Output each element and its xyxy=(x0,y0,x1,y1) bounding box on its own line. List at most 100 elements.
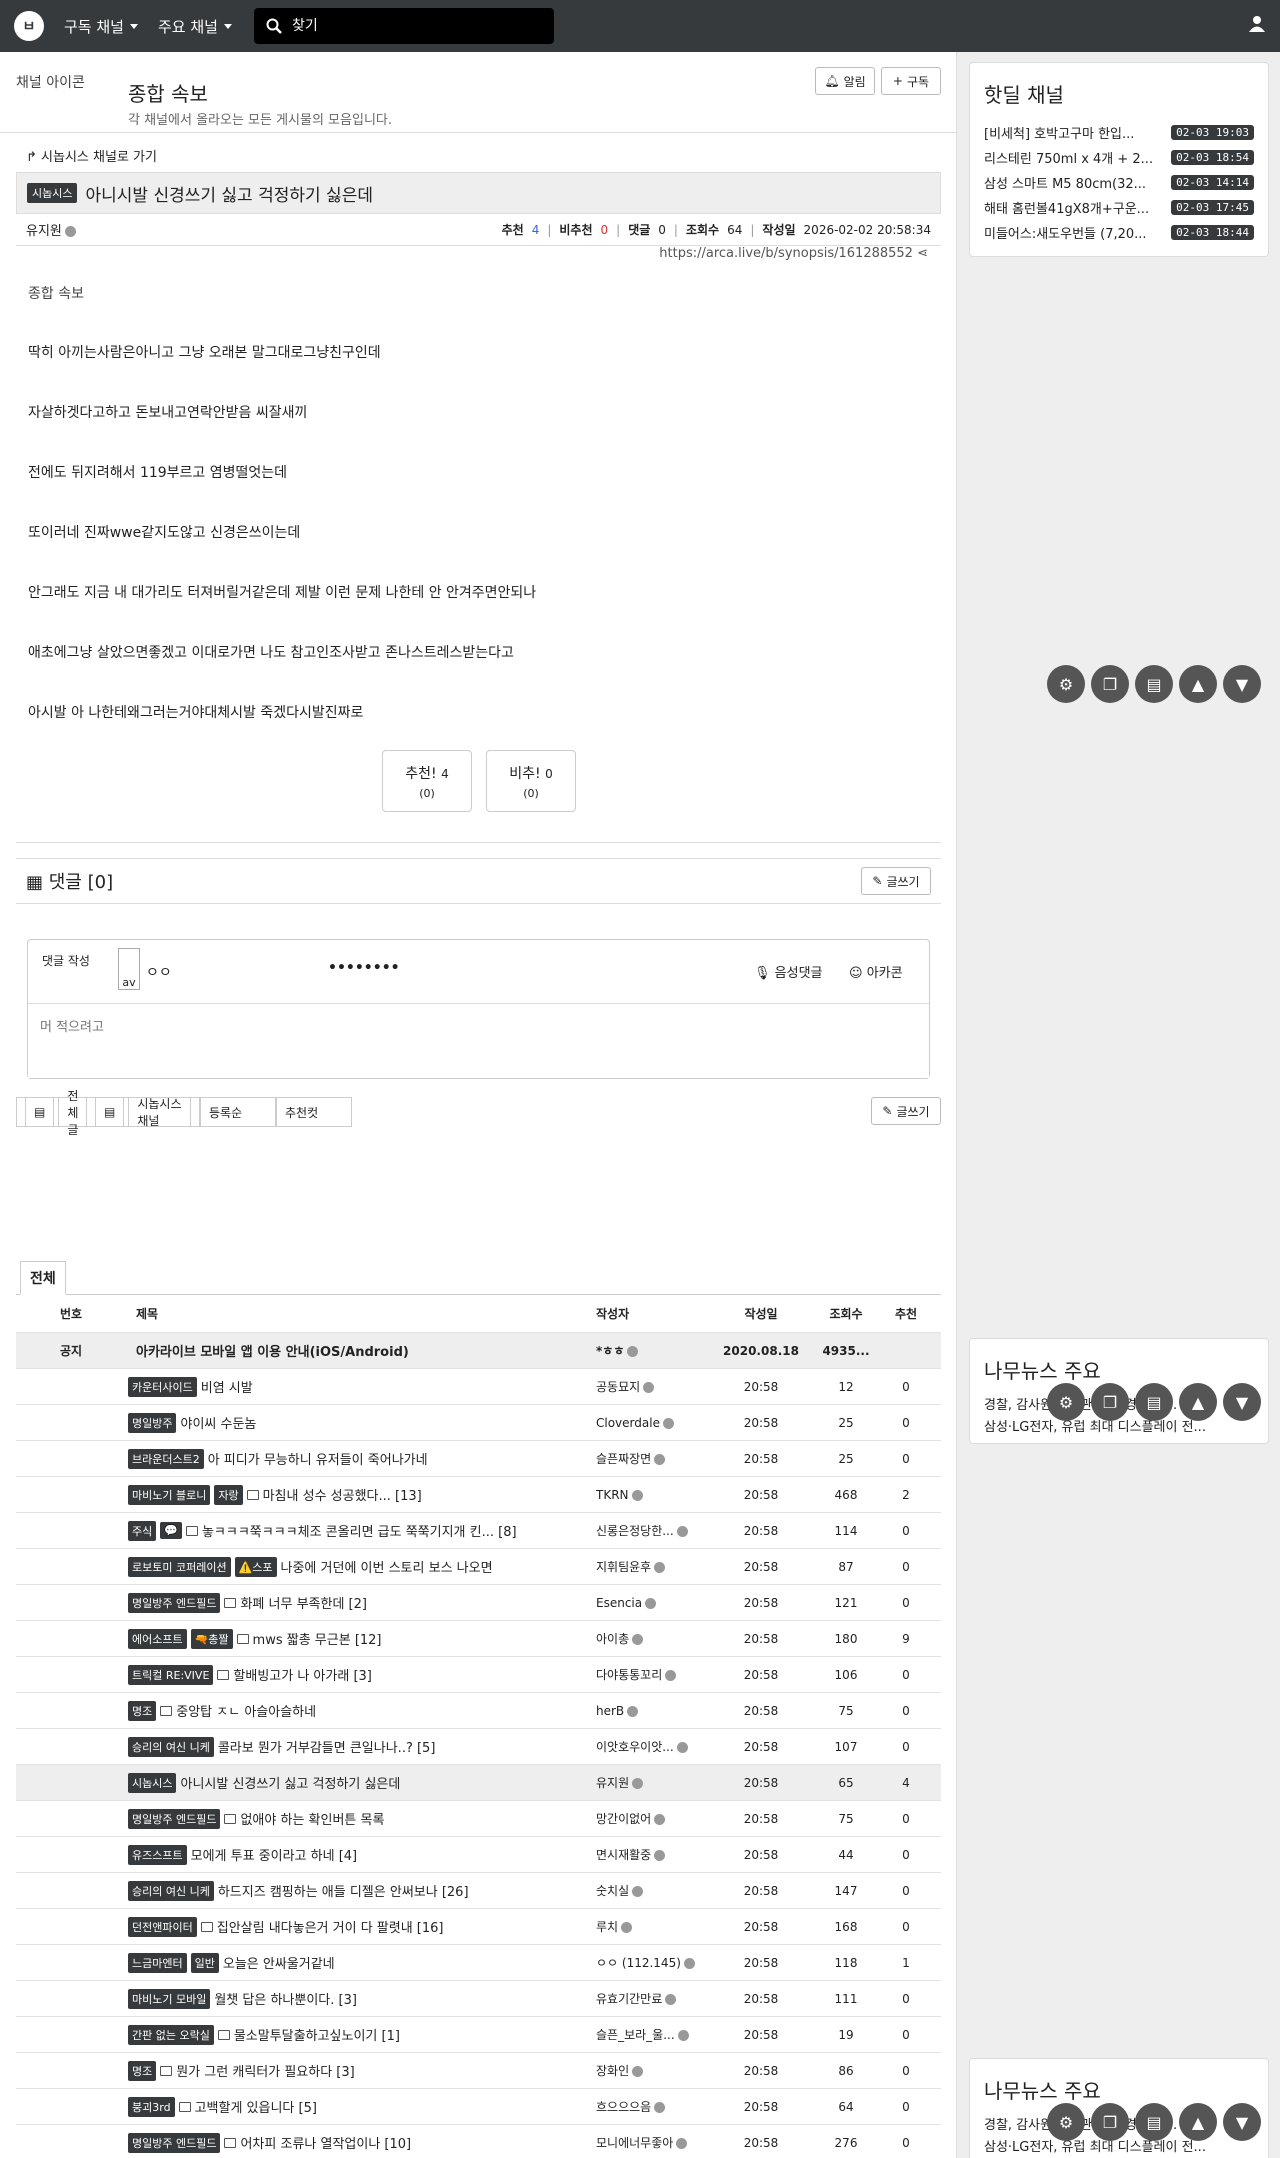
row-author[interactable]: 이앗호우이앗... xyxy=(596,1738,706,1755)
post-author[interactable]: 유지원 xyxy=(26,220,76,239)
gear-icon[interactable]: ⚙ xyxy=(1047,665,1085,703)
row-category-badge[interactable]: 던전앤파이터 xyxy=(128,1916,197,1937)
comment-write-button[interactable]: ✎ 글쓰기 xyxy=(861,867,931,895)
table-row[interactable]: 명일방주 엔드필드 화폐 너무 부족한데 [2] Esencia 20:58 121 0 xyxy=(16,1585,941,1621)
list-icon[interactable]: ▤ xyxy=(1135,2103,1173,2141)
news-title[interactable]: 나무뉴스 주요 xyxy=(984,2075,1254,2104)
row-category-badge[interactable]: 유즈스프트 xyxy=(128,1844,187,1865)
list-write-button[interactable]: ✎ 글쓰기 xyxy=(871,1097,941,1125)
sort-select[interactable]: 등록순 xyxy=(200,1097,276,1127)
row-category-badge[interactable]: 카운터사이드 xyxy=(128,1376,197,1397)
table-row[interactable]: 에어소프트 🔫총짤 mws 짧총 무근본 [12] 아이총 20:58 180 9 xyxy=(16,1621,941,1657)
scroll-up-icon[interactable]: ▲ xyxy=(1179,1383,1217,1421)
row-category-badge[interactable]: 트릭컬 RE:VIVE xyxy=(128,1664,214,1685)
row-author[interactable]: 숫치실 xyxy=(596,1882,706,1899)
goto-channel-link[interactable]: ↱ 시놉시스 채널로 가기 xyxy=(26,146,157,165)
table-row[interactable]: 로보토미 코퍼레이션 ⚠️스포 나중에 거던에 이번 스토리 보스 나오면 지휘팀윤후… xyxy=(16,1549,941,1585)
row-category-badge[interactable]: 마비노기 블로니 xyxy=(128,1484,211,1505)
table-row[interactable]: 마비노기 모바일 월챗 답은 하나뿐이다. [3] 유효기간만료 20:58 111 0 xyxy=(16,1981,941,2017)
site-logo-icon[interactable]: ㅂ xyxy=(14,11,44,41)
row-category-badge[interactable]: 붕괴3rd xyxy=(128,2096,175,2117)
row-category-badge[interactable]: 주식 xyxy=(128,1520,157,1541)
row-category-badge[interactable]: 느금마엔터 xyxy=(128,1952,187,1973)
share-icon[interactable]: ⋖ xyxy=(917,246,928,261)
row-category-badge[interactable]: 명조 xyxy=(128,2060,157,2081)
row-author[interactable]: TKRN xyxy=(596,1488,706,1502)
table-row[interactable]: 명일방주 야이씨 수둔놈 Cloverdale 20:58 25 0 xyxy=(16,1405,941,1441)
row-author[interactable]: 아이총 xyxy=(596,1630,706,1647)
vote-down-button[interactable]: 비추! 0 (0) xyxy=(486,750,576,812)
voice-comment-button[interactable]: 🎙︎ 음성댓글 xyxy=(754,962,823,981)
hotdeal-item[interactable]: [비세척] 호박고구마 한입... 02-03 19:03 xyxy=(984,120,1254,145)
post-category-badge[interactable]: 시놉시스 xyxy=(27,183,78,203)
notify-button[interactable]: 🔔︎ 알림 xyxy=(815,67,875,95)
table-row[interactable]: 브라운더스트2 아 피디가 무능하니 유저들이 죽어나가네 슬픈짜장면 20:58 25… xyxy=(16,1441,941,1477)
channel-title[interactable]: 종합 속보 xyxy=(128,78,208,107)
comments-icon[interactable]: ❐ xyxy=(1091,2103,1129,2141)
notice-row[interactable]: 공지 아카라이브 모바일 앱 이용 안내(iOS/Android) *ㅎㅎ 20… xyxy=(16,1333,941,1369)
hotdeal-item[interactable]: 리스테린 750ml x 4개 + 2... 02-03 18:54 xyxy=(984,145,1254,170)
table-row[interactable]: 승리의 여신 니케 하드지즈 캠핑하는 애들 디젤은 안써보나 [26] 숫치실 20… xyxy=(16,1873,941,1909)
emoticon-button[interactable]: ☺ 아카콘 xyxy=(849,962,903,981)
row-author[interactable]: 망간이없어 xyxy=(596,1810,706,1827)
comments-icon[interactable]: ❐ xyxy=(1091,1383,1129,1421)
scroll-down-icon[interactable]: ▼ xyxy=(1223,1383,1261,1421)
row-category-badge[interactable]: 간판 없는 오락실 xyxy=(128,2024,214,2045)
row-category-badge[interactable]: 로보토미 코퍼레이션 xyxy=(128,1556,231,1577)
table-row[interactable]: 카운터사이드 비염 시발 공동묘지 20:58 12 0 xyxy=(16,1369,941,1405)
scroll-down-icon[interactable]: ▼ xyxy=(1223,2103,1261,2141)
row-author[interactable]: ㅇㅇ (112.145) xyxy=(596,1954,706,1971)
scroll-up-icon[interactable]: ▲ xyxy=(1179,665,1217,703)
row-author[interactable]: 신롱은정당한... xyxy=(596,1522,706,1539)
table-row[interactable]: 마비노기 블로니 자랑 마침내 성수 성공했다... [13] TKRN 20:58 46… xyxy=(16,1477,941,1513)
list-icon[interactable]: ▤ xyxy=(1135,665,1173,703)
comments-icon[interactable]: ❐ xyxy=(1091,665,1129,703)
row-category-badge[interactable]: 승리의 여신 니케 xyxy=(128,1880,214,1901)
row-author[interactable]: 유효기간만료 xyxy=(596,1990,706,2007)
post-url[interactable]: https://arca.live/b/synopsis/161288552 ⋖ xyxy=(659,246,928,261)
row-category-badge[interactable]: 에어소프트 xyxy=(128,1628,187,1649)
row-author[interactable]: 슬픈_보라_울... xyxy=(596,2026,706,2043)
row-category-badge[interactable]: 시놉시스 xyxy=(128,1772,177,1793)
row-author[interactable]: 유지원 xyxy=(596,1774,706,1791)
gear-icon[interactable]: ⚙ xyxy=(1047,1383,1085,1421)
row-author[interactable]: 지휘팀윤후 xyxy=(596,1558,706,1575)
row-author[interactable]: 모니에너무좋아 xyxy=(596,2134,706,2151)
table-row[interactable]: 주식 💬 놓ㅋㅋㅋ쭉ㅋㅋㅋ체조 콘올리면 급도 쭉쭉기지개 킨... [8] 신롱은정… xyxy=(16,1513,941,1549)
table-row[interactable]: 명조 중앙탑 ㅈㄴ 아슬아슬하네 herB 20:58 75 0 xyxy=(16,1693,941,1729)
table-row[interactable]: 명일방주 엔드필드 어차피 조류나 열작업이나 [10] 모니에너무좋아 20:58 2… xyxy=(16,2125,941,2158)
row-author[interactable]: 흐으으으음 xyxy=(596,2098,706,2115)
row-author[interactable]: Esencia xyxy=(596,1596,706,1610)
news-title[interactable]: 나무뉴스 주요 xyxy=(984,1355,1254,1384)
main-channels-dropdown[interactable]: 주요 채널 xyxy=(158,16,232,37)
row-category-badge[interactable]: 명일방주 엔드필드 xyxy=(128,1592,221,1613)
row-author[interactable]: 슬픈짜장면 xyxy=(596,1450,706,1467)
row-category-badge[interactable]: 마비노기 모바일 xyxy=(128,1988,211,2009)
row-author[interactable]: 면시재활중 xyxy=(596,1846,706,1863)
table-row[interactable]: 시놉시스 아니시발 신경쓰기 싫고 걱정하기 싫은데 유지원 20:58 65 4 xyxy=(16,1765,941,1801)
row-category-badge[interactable]: 승리의 여신 니케 xyxy=(128,1736,214,1757)
row-category-badge[interactable]: 브라운더스트2 xyxy=(128,1448,204,1469)
hotdeal-item[interactable]: 삼성 스마트 M5 80cm(32... 02-03 14:14 xyxy=(984,170,1254,195)
comment-password-field[interactable]: •••••••• xyxy=(328,960,400,976)
table-row[interactable]: 던전앤파이터 집안살림 내다놓은거 거이 다 팔렷내 [16] 루치 20:58 168… xyxy=(16,1909,941,1945)
row-category-badge[interactable]: 명조 xyxy=(128,1700,157,1721)
row-author[interactable]: 공동묘지 xyxy=(596,1378,706,1395)
hotdeal-item[interactable]: 미들어스:새도우번들 (7,20... 02-03 18:44 xyxy=(984,220,1254,245)
table-row[interactable]: 느금마엔터 일반 오늘은 안싸울거같네 ㅇㅇ (112.145) 20:58 118 1 xyxy=(16,1945,941,1981)
table-row[interactable]: 유즈스프트 모에게 투표 중이라고 하네 [4] 면시재활중 20:58 44 0 xyxy=(16,1837,941,1873)
row-author[interactable]: 루치 xyxy=(596,1918,706,1935)
row-author[interactable]: herB xyxy=(596,1704,706,1718)
table-row[interactable]: 승리의 여신 니케 콜라보 뭔가 거부감들면 큰일나나..? [5] 이앗호우이앗.… xyxy=(16,1729,941,1765)
row-category-badge[interactable]: 명일방주 엔드필드 xyxy=(128,2132,221,2153)
list-icon[interactable]: ▤ xyxy=(1135,1383,1173,1421)
row-category-badge[interactable]: 명일방주 엔드필드 xyxy=(128,1808,221,1829)
filter-all-button[interactable]: ▤ 전체글 xyxy=(16,1089,88,1137)
user-icon[interactable] xyxy=(1248,15,1266,33)
scroll-up-icon[interactable]: ▲ xyxy=(1179,2103,1217,2141)
table-row[interactable]: 트릭컬 RE:VIVE 할배빙고가 나 아가래 [3] 다야통통꼬리 20:58 106… xyxy=(16,1657,941,1693)
hotdeal-item[interactable]: 해태 홈런볼41gX8개+구운... 02-03 17:45 xyxy=(984,195,1254,220)
table-row[interactable]: 간판 없는 오락실 물소말투달출하고싶노이기 [1] 슬픈_보라_울... 20:58… xyxy=(16,2017,941,2053)
hotdeal-title[interactable]: 핫딜 채널 xyxy=(984,79,1254,108)
search-icon[interactable] xyxy=(266,18,282,34)
